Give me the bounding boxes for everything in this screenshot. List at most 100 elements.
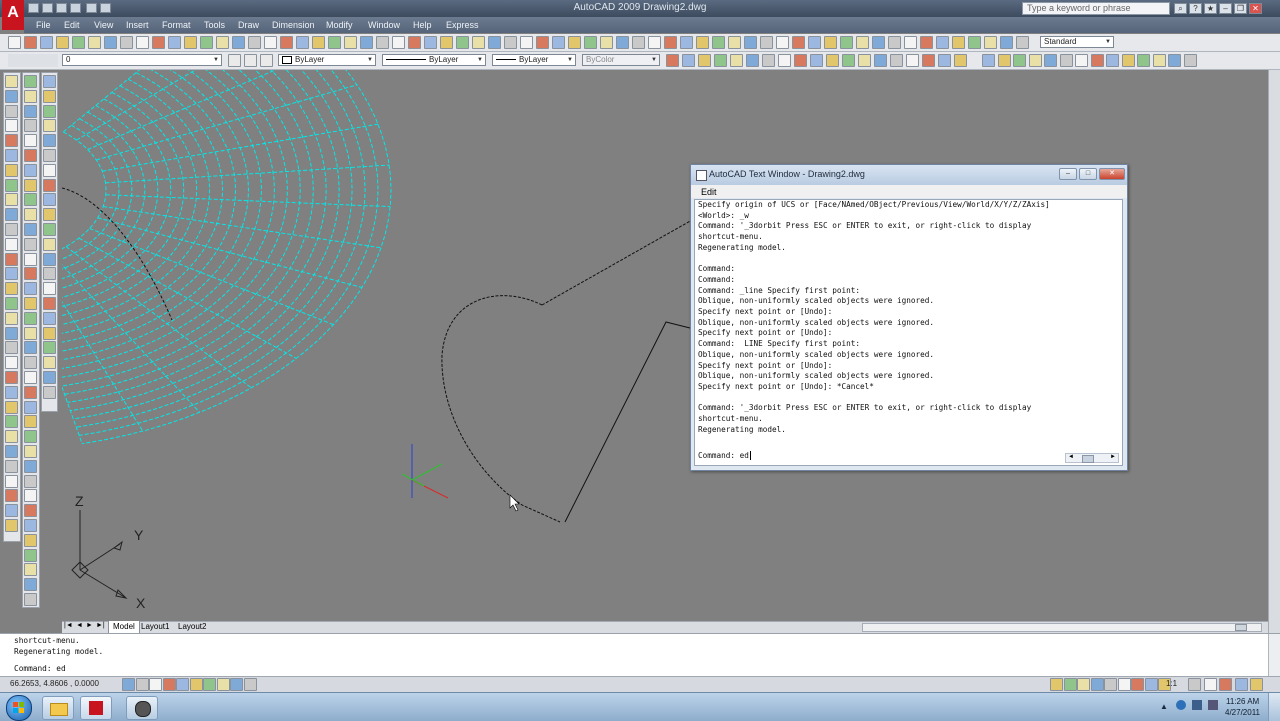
- object-snap-tool-icon[interactable]: [43, 326, 56, 340]
- toolbar-tool-icon[interactable]: [8, 36, 21, 49]
- toolbar-tool-icon[interactable]: [440, 36, 453, 49]
- draw-tool-icon[interactable]: [5, 297, 18, 310]
- search-icon[interactable]: ⌕: [1174, 3, 1187, 14]
- draw-tool-icon[interactable]: [5, 430, 18, 444]
- first-tab-icon[interactable]: |◄: [64, 622, 73, 629]
- menu-help[interactable]: Help: [413, 20, 432, 30]
- toolbar-tool-icon[interactable]: [344, 36, 357, 49]
- toolbar-tool-icon[interactable]: [680, 36, 693, 49]
- draw-tool-icon[interactable]: [5, 208, 18, 222]
- new-icon[interactable]: [28, 3, 39, 13]
- menu-window[interactable]: Window: [368, 20, 400, 30]
- modify-tool-icon[interactable]: [24, 89, 37, 103]
- view-tool-icon[interactable]: [842, 54, 855, 67]
- draw-tool-icon[interactable]: [5, 104, 18, 118]
- modify-tool-icon[interactable]: [24, 519, 37, 532]
- linetype-dropdown[interactable]: ByLayer ▼: [382, 54, 486, 66]
- modify-tool-icon[interactable]: [24, 119, 37, 133]
- object-snap-tool-icon[interactable]: [43, 163, 56, 177]
- view-tool-icon[interactable]: [762, 54, 775, 67]
- drafting-toggle-icon[interactable]: [243, 678, 257, 691]
- toolbar-tool-icon[interactable]: [296, 36, 309, 49]
- tab-layout2[interactable]: Layout2: [175, 621, 209, 633]
- toolbar-tool-icon[interactable]: [424, 36, 437, 49]
- toolbar-tool-icon[interactable]: [552, 36, 565, 49]
- horizontal-scrollbar[interactable]: ◄ ►: [1065, 453, 1119, 463]
- text-style-dropdown[interactable]: Standard ▼: [1040, 36, 1114, 48]
- text-window-title-bar[interactable]: AutoCAD Text Window - Drawing2.dwg – □ ✕: [691, 165, 1127, 185]
- draw-tool-icon[interactable]: [5, 371, 18, 384]
- object-snap-tool-icon[interactable]: [43, 356, 56, 370]
- toolbar-tool-icon[interactable]: [40, 36, 53, 49]
- draw-tool-icon[interactable]: [5, 89, 18, 103]
- scrollbar-thumb[interactable]: [1235, 624, 1247, 631]
- windows-start-button[interactable]: [6, 695, 32, 721]
- ucs-tool-icon[interactable]: [1090, 54, 1104, 67]
- view-tool-icon[interactable]: [826, 54, 839, 67]
- toolbar-tool-icon[interactable]: [968, 36, 981, 49]
- navigation-tool-icon[interactable]: [1131, 678, 1144, 691]
- draw-tool-icon[interactable]: [5, 504, 18, 518]
- toolbar-tool-icon[interactable]: [504, 36, 517, 49]
- object-snap-tool-icon[interactable]: [43, 267, 56, 281]
- modify-tool-icon[interactable]: [24, 75, 37, 88]
- toolbar-tool-icon[interactable]: [632, 36, 645, 49]
- modify-tool-icon[interactable]: [24, 356, 37, 370]
- draw-tool-icon[interactable]: [5, 519, 18, 532]
- navigation-tool-icon[interactable]: [1090, 678, 1104, 691]
- ucs-tool-icon[interactable]: [1183, 54, 1197, 67]
- toolbar-tool-icon[interactable]: [280, 36, 293, 49]
- object-snap-tool-icon[interactable]: [43, 193, 56, 207]
- draw-tool-icon[interactable]: [5, 282, 18, 296]
- toolbar-tool-icon[interactable]: [152, 36, 165, 49]
- modify-tool-icon[interactable]: [24, 326, 37, 340]
- toolbar-tool-icon[interactable]: [568, 36, 581, 49]
- text-window-prompt[interactable]: Command: ed: [698, 451, 751, 462]
- modify-tool-icon[interactable]: [24, 282, 37, 296]
- text-window-history[interactable]: Specify origin of UCS or [Face/NAmed/OBj…: [694, 199, 1123, 466]
- scroll-right-icon[interactable]: ►: [1110, 454, 1116, 460]
- annotation-scale[interactable]: 1:1: [1166, 679, 1177, 688]
- view-tool-icon[interactable]: [698, 54, 711, 67]
- object-snap-tool-icon[interactable]: [43, 134, 56, 148]
- view-tool-icon[interactable]: [778, 54, 791, 67]
- toolbar-tool-icon[interactable]: [488, 36, 501, 49]
- draw-tool-icon[interactable]: [5, 134, 18, 148]
- layer-previous-icon[interactable]: [260, 54, 273, 67]
- close-icon[interactable]: ✕: [1099, 168, 1125, 180]
- help-icon[interactable]: ?: [1189, 3, 1202, 14]
- modify-tool-icon[interactable]: [24, 533, 37, 547]
- object-snap-tool-icon[interactable]: [43, 89, 56, 103]
- workspace-tool-icon[interactable]: [1203, 678, 1217, 691]
- ucs-tool-icon[interactable]: [1028, 54, 1042, 67]
- drafting-toggle-icon[interactable]: [149, 678, 162, 691]
- ucs-tool-icon[interactable]: [997, 54, 1011, 67]
- modify-tool-icon[interactable]: [24, 267, 37, 281]
- autocad-taskbar-button[interactable]: [80, 696, 112, 720]
- ucs-tool-icon[interactable]: [1059, 54, 1073, 67]
- toolbar-tool-icon[interactable]: [200, 36, 213, 49]
- modify-tool-icon[interactable]: [24, 445, 37, 458]
- modify-tool-icon[interactable]: [24, 459, 37, 473]
- toolbar-tool-icon[interactable]: [328, 36, 341, 49]
- object-snap-tool-icon[interactable]: [43, 223, 56, 236]
- object-snap-tool-icon[interactable]: [43, 208, 56, 222]
- maximize-icon[interactable]: □: [1079, 168, 1097, 180]
- toolbar-tool-icon[interactable]: [56, 36, 69, 49]
- object-snap-tool-icon[interactable]: [43, 282, 56, 296]
- navigation-tool-icon[interactable]: [1063, 678, 1077, 691]
- view-tool-icon[interactable]: [746, 54, 759, 67]
- navigation-tool-icon[interactable]: [1104, 678, 1117, 691]
- plot-style-dropdown[interactable]: ByColor ▼: [582, 54, 660, 66]
- object-snap-tool-icon[interactable]: [43, 371, 56, 384]
- object-snap-tool-icon[interactable]: [43, 75, 56, 88]
- command-line-window[interactable]: shortcut-menu. Regenerating model. Comma…: [0, 633, 1280, 677]
- view-tool-icon[interactable]: [954, 54, 967, 67]
- command-line-prompt[interactable]: Command: ed: [14, 664, 66, 675]
- network-icon[interactable]: [1176, 700, 1186, 710]
- draw-tool-icon[interactable]: [5, 178, 18, 192]
- view-tool-icon[interactable]: [666, 54, 679, 67]
- toolbar-tool-icon[interactable]: [472, 36, 485, 49]
- toolbar-tool-icon[interactable]: [216, 36, 229, 49]
- modify-tool-icon[interactable]: [24, 593, 37, 606]
